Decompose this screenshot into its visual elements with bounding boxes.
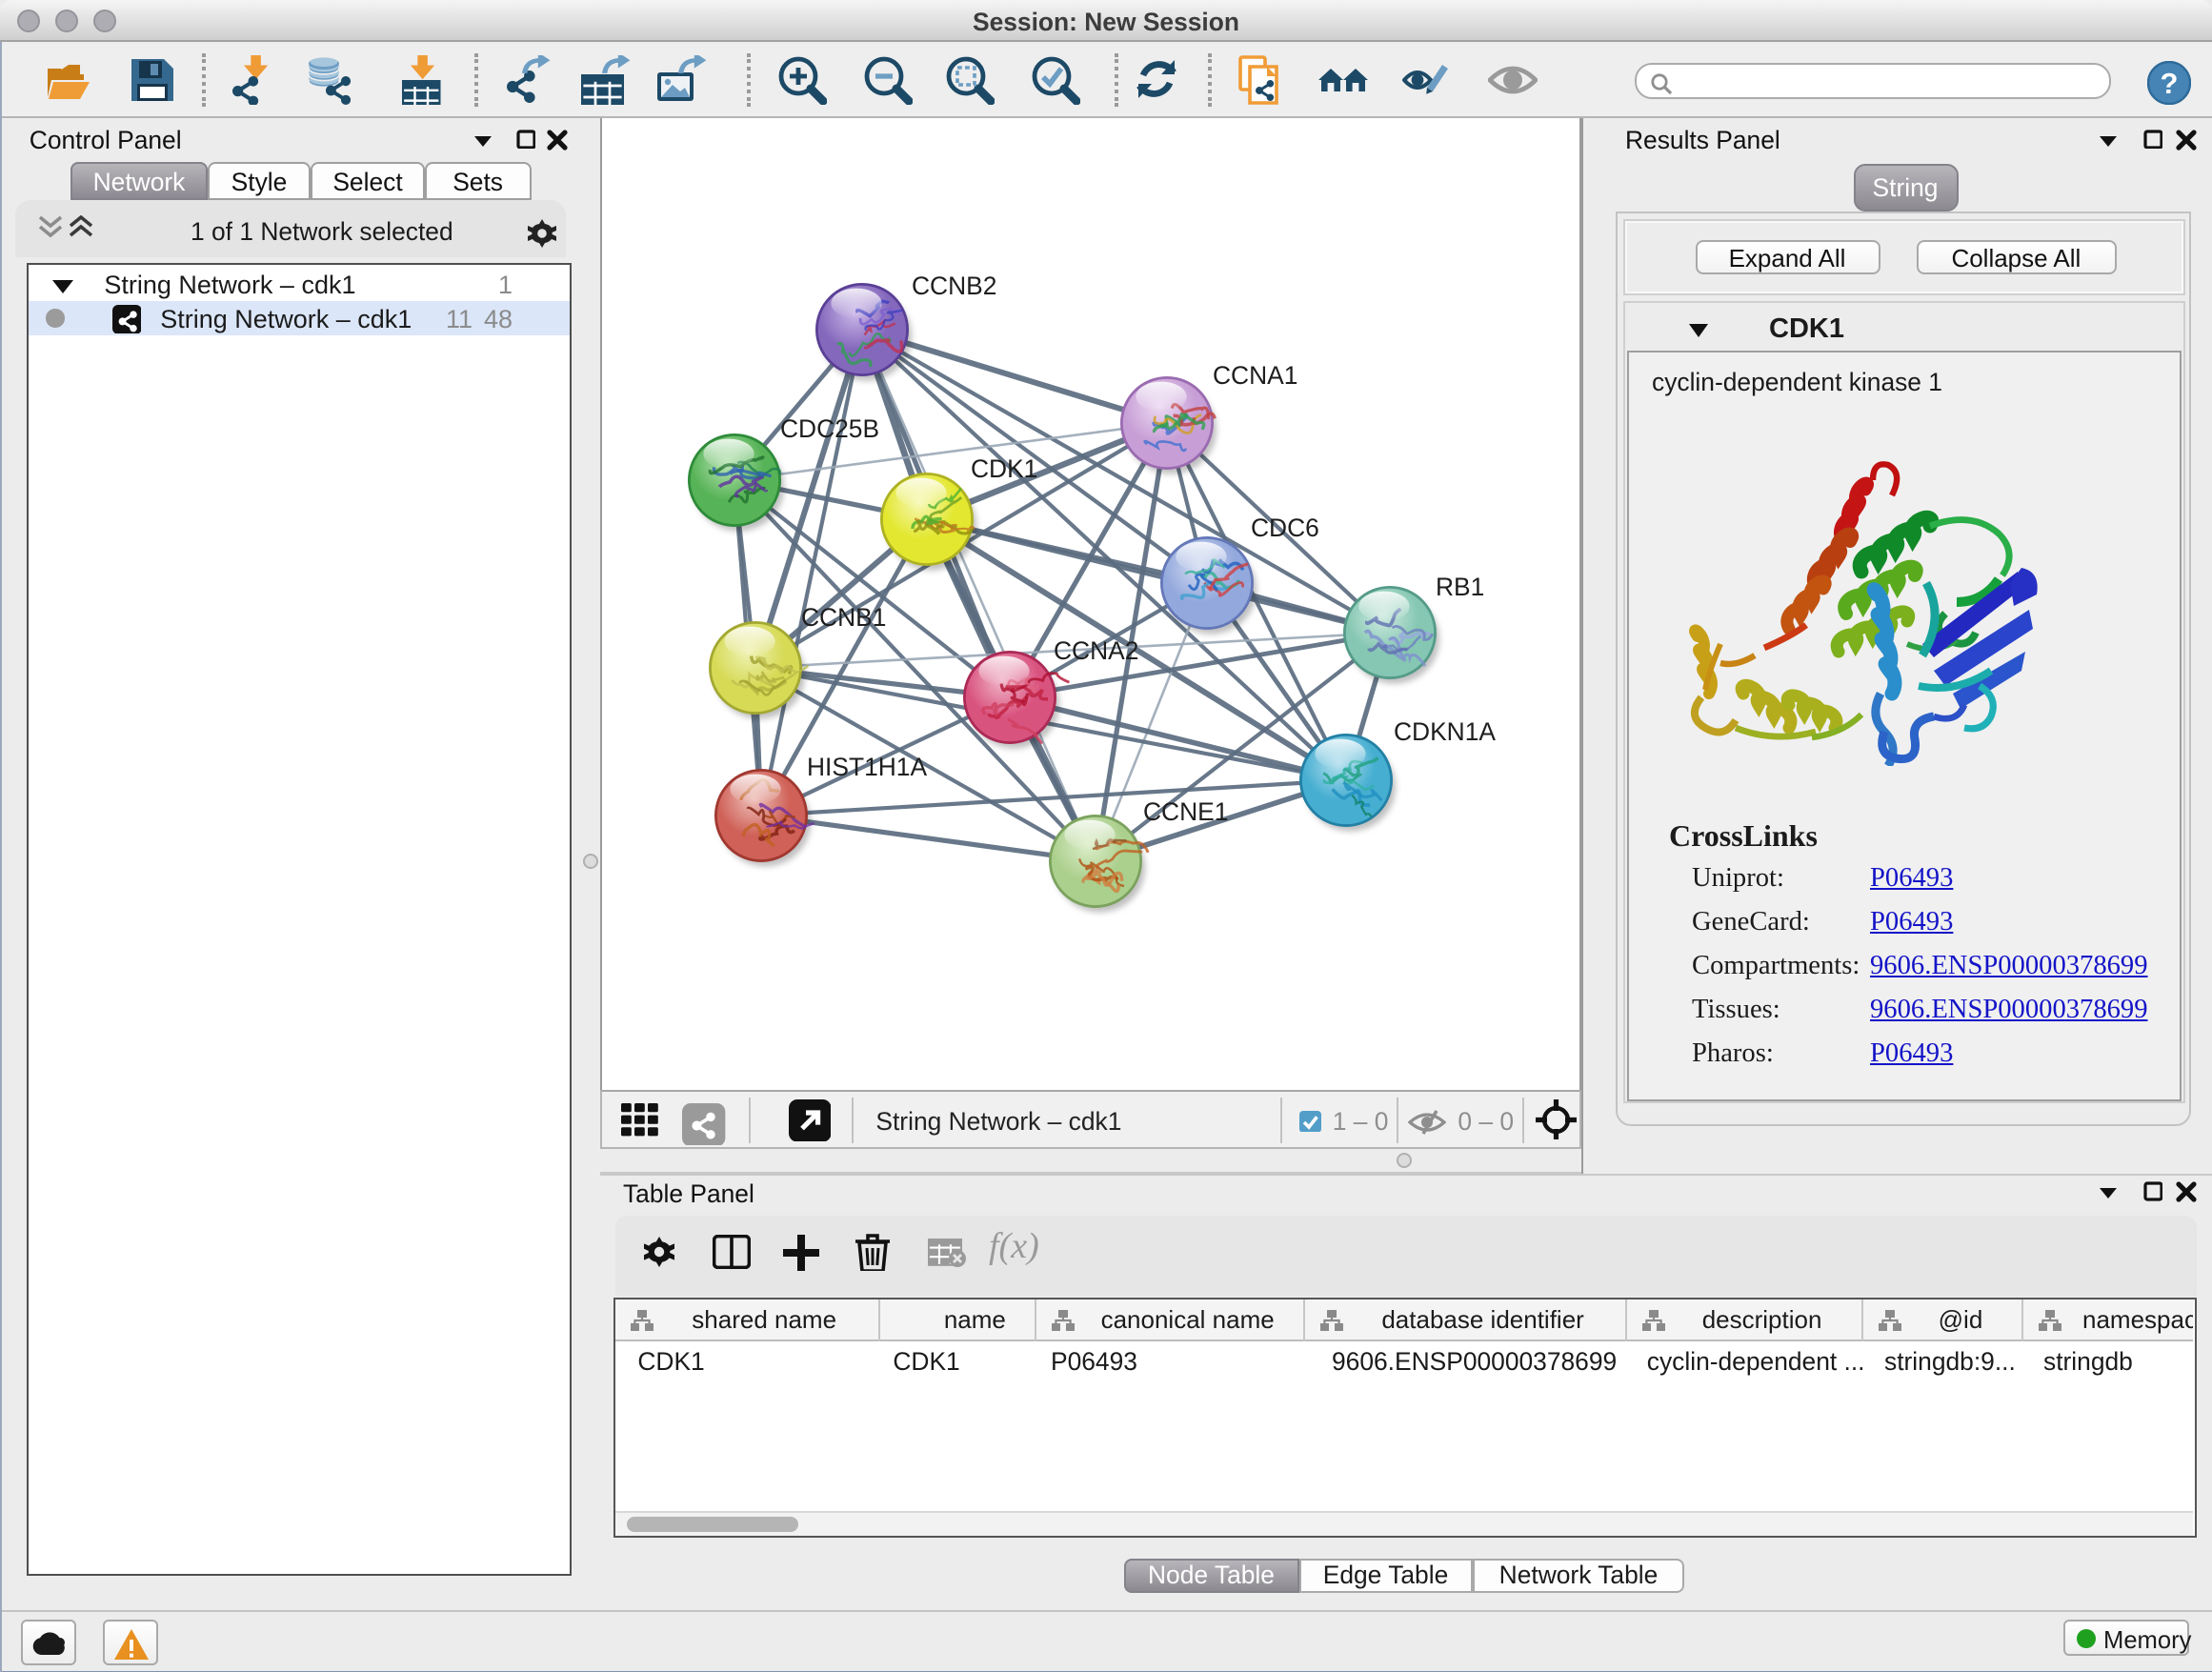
svg-text:CDC25B: CDC25B [779, 414, 878, 443]
svg-text:?: ? [2161, 67, 2179, 100]
svg-text:CCNA2: CCNA2 [1053, 636, 1137, 665]
svg-text:HIST1H1A: HIST1H1A [806, 753, 926, 781]
svg-text:CDC6: CDC6 [1250, 514, 1318, 542]
svg-text:CCNE1: CCNE1 [1142, 797, 1227, 826]
svg-text:CCNB2: CCNB2 [911, 272, 995, 300]
svg-text:RB1: RB1 [1435, 573, 1483, 601]
svg-text:CCNB1: CCNB1 [800, 603, 885, 632]
svg-text:CDK1: CDK1 [970, 454, 1036, 483]
svg-text:CCNA1: CCNA1 [1212, 361, 1297, 390]
svg-text:CDKN1A: CDKN1A [1393, 717, 1495, 746]
